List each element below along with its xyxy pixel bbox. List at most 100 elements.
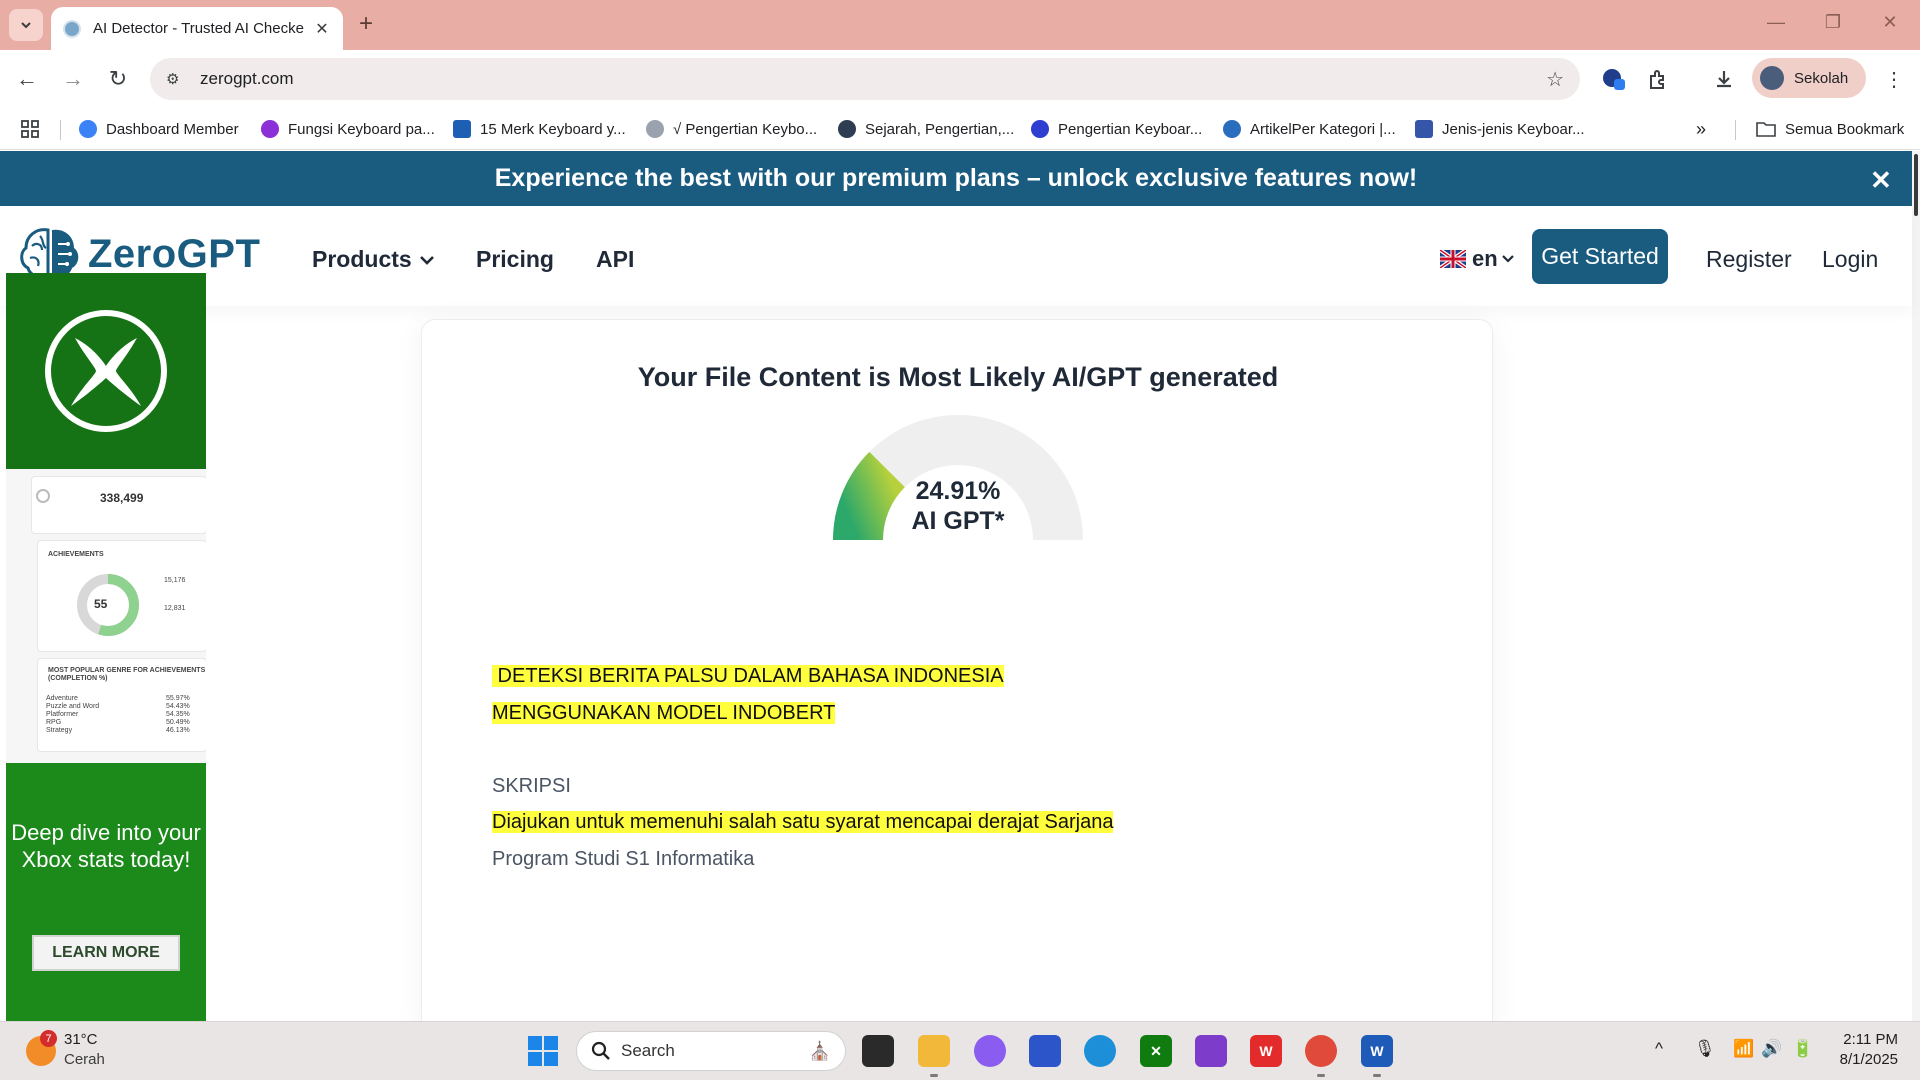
zerogpt-favicon-icon — [63, 19, 81, 38]
ad-achievements-label: ACHIEVEMENTS — [48, 551, 104, 558]
bookmark-item[interactable]: ArtikelPer Kategori |... — [1223, 117, 1396, 141]
gamerscore-icon — [36, 489, 50, 503]
bookmark-item[interactable]: Jenis-jenis Keyboar... — [1415, 117, 1585, 141]
xbox-advertisement[interactable]: 338,499 ACHIEVEMENTS 55 15,176 12,831 MO… — [6, 273, 206, 1021]
apps-grid-icon[interactable] — [20, 117, 40, 141]
ai-percent: 24.91% — [915, 477, 1001, 505]
ad-genre-pct: 50.49% — [166, 719, 190, 726]
register-link[interactable]: Register — [1706, 246, 1792, 273]
tab-strip: AI Detector - Trusted AI Checke ✕ + — ❐ … — [0, 0, 1920, 50]
store-icon[interactable] — [1029, 1035, 1061, 1067]
promo-banner: Experience the best with our premium pla… — [0, 151, 1912, 206]
address-bar[interactable]: ⚙ zerogpt.com ☆ — [150, 58, 1580, 100]
word-icon[interactable]: W — [1361, 1035, 1393, 1067]
microphone-icon[interactable]: 🎙 — [1694, 1039, 1716, 1059]
chevron-up-icon[interactable]: ^ — [1655, 1039, 1663, 1059]
forward-icon[interactable]: → — [58, 64, 88, 94]
bookmark-item[interactable]: 15 Merk Keyboard y... — [453, 117, 626, 141]
url-text: zerogpt.com — [200, 69, 294, 88]
bookmark-label: Jenis-jenis Keyboar... — [1442, 120, 1585, 138]
ad-genre-title: MOST POPULAR GENRE FOR ACHIEVEMENTS (COM… — [48, 667, 206, 682]
bookmark-item[interactable]: Dashboard Member — [79, 117, 239, 141]
bookmark-label: √ Pengertian Keybo... — [673, 120, 818, 138]
bookmark-item[interactable]: Fungsi Keyboard pa... — [261, 117, 435, 141]
profile-name: Sekolah — [1794, 69, 1849, 87]
language-selector[interactable]: en — [1440, 246, 1515, 272]
text-line: Diajukan untuk memenuhi salah satu syara… — [492, 811, 1114, 834]
bookmark-separator — [1735, 120, 1736, 140]
all-bookmarks-folder[interactable]: Semua Bookmark — [1756, 117, 1904, 141]
copilot-icon[interactable] — [974, 1035, 1006, 1067]
clock-time[interactable]: 2:11 PM — [1838, 1031, 1898, 1048]
windows-start-icon[interactable] — [528, 1036, 558, 1066]
scrollbar-thumb[interactable] — [1914, 154, 1918, 216]
bookmark-item[interactable]: √ Pengertian Keybo... — [646, 117, 817, 141]
xbox-icon[interactable]: ✕ — [1140, 1035, 1172, 1067]
wifi-icon[interactable]: 📶 — [1733, 1039, 1754, 1059]
battery-icon[interactable]: 🔋 — [1792, 1039, 1813, 1059]
ad-stat-a: 15,176 — [164, 577, 186, 584]
copilot-extension-icon[interactable] — [1599, 64, 1629, 94]
tab-search-button[interactable] — [9, 9, 43, 41]
bookmark-item[interactable]: Pengertian Keyboar... — [1031, 117, 1202, 141]
extensions-icon[interactable] — [1643, 64, 1673, 94]
bookmark-favicon-icon — [838, 120, 856, 138]
weather-temp[interactable]: 31°C — [64, 1031, 98, 1048]
nav-products[interactable]: Products — [312, 246, 436, 273]
highlighted-text: Diajukan untuk memenuhi salah satu syara… — [492, 811, 1114, 833]
tab-active[interactable]: AI Detector - Trusted AI Checke ✕ — [51, 7, 343, 50]
new-tab-button[interactable]: + — [352, 10, 380, 38]
ad-achievements-card: ACHIEVEMENTS 55 15,176 12,831 — [38, 541, 206, 651]
wps-icon[interactable]: W — [1250, 1035, 1282, 1067]
site-settings-icon[interactable]: ⚙ — [166, 70, 188, 88]
back-icon[interactable]: ← — [12, 64, 42, 94]
reload-icon[interactable]: ↻ — [103, 64, 133, 94]
scrollbar[interactable] — [1912, 151, 1920, 1021]
bookmark-separator — [60, 120, 61, 140]
ad-genre-item: Puzzle and Word — [46, 703, 100, 710]
file-explorer-icon[interactable] — [918, 1035, 950, 1067]
ad-stat-b: 12,831 — [164, 605, 186, 612]
clock-date[interactable]: 8/1/2025 — [1820, 1051, 1898, 1068]
ad-genre-pct: 54.43% — [166, 703, 190, 710]
bookmark-item[interactable]: Sejarah, Pengertian,... — [838, 117, 1014, 141]
site-header: ZeroGPT Products Pricing API en Get Star… — [0, 206, 1912, 306]
result-title: Your File Content is Most Likely AI/GPT … — [637, 362, 1279, 392]
close-tab-icon[interactable]: ✕ — [313, 19, 331, 39]
profile-button[interactable]: Sekolah — [1752, 58, 1866, 98]
nav-api[interactable]: API — [596, 246, 634, 273]
close-window-icon[interactable]: ✕ — [1870, 12, 1910, 33]
restore-icon[interactable]: ❐ — [1813, 12, 1853, 33]
task-view-icon[interactable] — [862, 1035, 894, 1067]
ad-donut-chart — [77, 574, 139, 636]
bookmark-star-icon[interactable]: ☆ — [1546, 67, 1564, 92]
chevron-down-icon — [1501, 255, 1514, 263]
highlighted-text: DETEKSI BERITA PALSU DALAM BAHASA INDONE… — [492, 665, 1004, 687]
nav-pricing[interactable]: Pricing — [476, 246, 554, 273]
taskbar-search[interactable]: Search ⛪ — [576, 1031, 846, 1071]
text-line: MENGGUNAKAN MODEL INDOBERT — [492, 702, 836, 725]
minimize-icon[interactable]: — — [1756, 12, 1796, 33]
login-link[interactable]: Login — [1822, 246, 1878, 273]
chevron-down-icon — [21, 22, 31, 29]
weather-condition[interactable]: Cerah — [64, 1051, 105, 1068]
menu-kebab-icon[interactable]: ⋮ — [1879, 64, 1909, 94]
learn-more-button[interactable]: LEARN MORE — [32, 935, 180, 971]
running-indicator — [1317, 1074, 1325, 1077]
bookmark-favicon-icon — [1415, 120, 1433, 138]
bookmark-label: Dashboard Member — [106, 120, 239, 138]
xbox-logo-icon — [45, 310, 167, 432]
proton-icon[interactable] — [1195, 1035, 1227, 1067]
volume-icon[interactable]: 🔊 — [1761, 1039, 1782, 1059]
download-icon[interactable] — [1709, 64, 1739, 94]
edge-icon[interactable] — [1084, 1035, 1116, 1067]
get-started-button[interactable]: Get Started — [1532, 229, 1668, 284]
more-bookmarks-icon[interactable]: » — [1696, 117, 1706, 141]
search-label: Search — [621, 1041, 675, 1060]
ad-genre-item: RPG — [46, 719, 62, 726]
highlighted-text: MENGGUNAKAN MODEL INDOBERT — [492, 702, 836, 724]
close-icon[interactable]: ✕ — [1870, 165, 1892, 196]
search-icon — [591, 1041, 610, 1060]
running-indicator — [930, 1074, 938, 1077]
chrome-icon[interactable] — [1305, 1035, 1337, 1067]
